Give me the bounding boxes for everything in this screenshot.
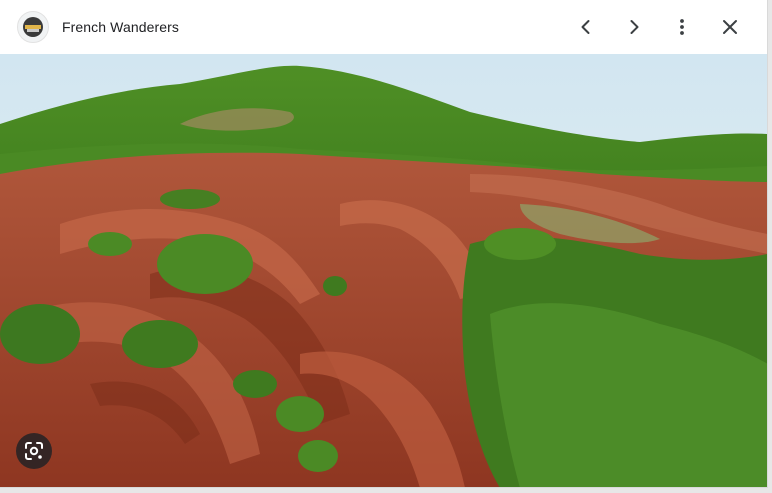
chevron-right-icon: [630, 20, 639, 34]
viewer-header: French Wanderers: [0, 0, 767, 54]
chevron-left-icon: [581, 20, 590, 34]
image-viewer-panel: French Wanderers: [0, 0, 768, 488]
more-options-button[interactable]: [666, 11, 698, 43]
previous-button[interactable]: [570, 11, 602, 43]
site-name[interactable]: French Wanderers: [62, 19, 179, 35]
next-button[interactable]: [618, 11, 650, 43]
main-image[interactable]: [0, 54, 767, 487]
close-icon: [723, 20, 737, 34]
more-vert-icon: [680, 19, 684, 35]
google-lens-icon: [25, 442, 43, 460]
google-lens-button[interactable]: [16, 433, 52, 469]
close-button[interactable]: [714, 11, 746, 43]
site-logo-icon[interactable]: [17, 11, 49, 43]
landscape-photo: [0, 54, 767, 487]
